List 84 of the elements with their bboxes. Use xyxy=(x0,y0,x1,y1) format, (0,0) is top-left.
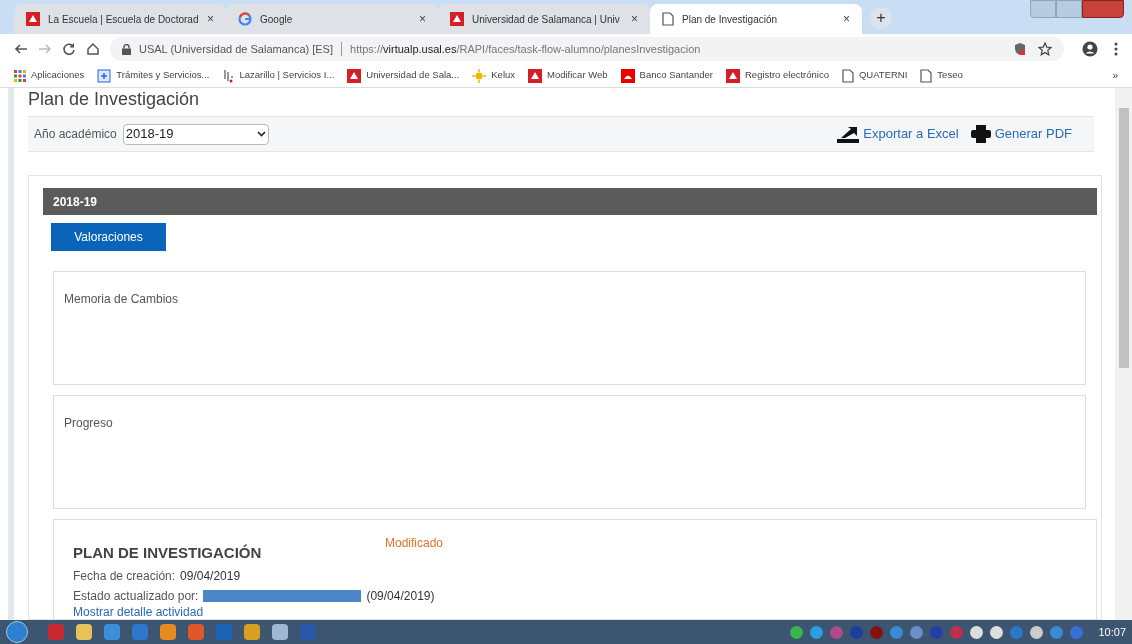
year-dropdown[interactable]: 2018-19 xyxy=(122,123,269,145)
tray-icon[interactable] xyxy=(810,625,824,639)
forward-icon[interactable] xyxy=(38,42,52,56)
bookmark-item[interactable]: QUATERNI xyxy=(841,68,908,83)
flame-icon xyxy=(620,68,635,83)
clock: 10:07 xyxy=(1098,624,1126,640)
taskbar-app-icon[interactable] xyxy=(244,624,260,640)
taskbar-app-icon[interactable] xyxy=(76,624,92,640)
tray-icon[interactable] xyxy=(990,625,1004,639)
menu-icon[interactable] xyxy=(1114,42,1118,56)
lock-icon xyxy=(122,43,131,55)
url-text: https://virtualp.usal.es/RAPI/faces/task-flow-alumno/planesInvestigacion xyxy=(350,41,702,57)
taskbar-app-icon[interactable] xyxy=(132,624,148,640)
bookmark-item[interactable]: Aplicaciones xyxy=(14,68,85,83)
page-icon xyxy=(841,68,854,83)
close-tab-button[interactable]: × xyxy=(207,10,214,28)
detail-link[interactable]: Mostrar detalle actividad xyxy=(73,605,204,619)
new-tab-button[interactable]: + xyxy=(870,7,892,29)
sun-icon xyxy=(472,68,487,83)
browser-tab[interactable]: Universidad de Salamanca | Univ × xyxy=(438,4,650,34)
grid-icon xyxy=(14,69,26,82)
letter-g-icon xyxy=(238,12,252,26)
square-icon xyxy=(97,68,112,83)
field-label: Fecha de creación: xyxy=(73,568,176,585)
shield-icon xyxy=(26,12,40,26)
tray-icon[interactable] xyxy=(790,625,804,639)
scrollbar[interactable] xyxy=(1115,88,1132,620)
field-label: Estado actualizado por: xyxy=(73,588,199,605)
shield-icon xyxy=(450,12,464,26)
tray-icon[interactable] xyxy=(970,625,984,639)
page-heading: Plan de Investigación xyxy=(28,88,200,110)
taskbar-app-icon[interactable] xyxy=(160,624,176,640)
close-window-button[interactable] xyxy=(1082,0,1124,18)
bookmark-item[interactable]: Lazarillo | Servicios I... xyxy=(222,68,335,83)
panel-title: Memoria de Cambios xyxy=(64,292,179,307)
close-tab-button[interactable]: × xyxy=(631,10,638,28)
browser-tab[interactable]: La Escuela | Escuela de Doctorad × xyxy=(14,4,226,34)
shield-icon xyxy=(528,68,543,83)
more-bookmarks-button[interactable]: » xyxy=(1112,68,1118,83)
plan-title: PLAN DE INVESTIGACIÓN xyxy=(73,542,263,563)
bookmark-item[interactable]: Modificar Web xyxy=(528,68,608,83)
taskbar-app-icon[interactable] xyxy=(216,624,232,640)
taskbar-app-icon[interactable] xyxy=(188,624,204,640)
maximize-button[interactable] xyxy=(1056,0,1082,18)
address-bar[interactable]: USAL (Universidad de Salamanca) [ES] https://virtualp.usal.es/RAPI/faces/task-flow-alumno/planesInvestigacion xyxy=(110,37,1064,61)
close-tab-button[interactable]: × xyxy=(843,10,850,28)
shield-icon xyxy=(726,68,740,83)
valoraciones-button[interactable]: Valoraciones xyxy=(51,223,166,252)
field-value: 09/04/2019 xyxy=(180,568,241,585)
reload-icon[interactable] xyxy=(62,42,76,56)
bookmark-item[interactable]: Teseo xyxy=(920,68,963,83)
start-button[interactable] xyxy=(6,621,28,643)
action-link[interactable]: Generar PDF xyxy=(970,124,1072,144)
caret-icon xyxy=(256,131,266,137)
section-header: 2018-19 xyxy=(43,188,1097,216)
home-icon[interactable] xyxy=(86,42,100,56)
bookmark-item[interactable]: Trámites y Servicios... xyxy=(97,68,210,83)
minimize-button[interactable] xyxy=(1030,0,1056,18)
bookmark-item[interactable]: Universidad de Sala... xyxy=(347,68,460,83)
back-icon[interactable] xyxy=(14,42,28,56)
close-tab-button[interactable]: × xyxy=(419,10,426,28)
status-label: Modificado xyxy=(385,534,444,552)
star-icon[interactable] xyxy=(1038,42,1052,56)
bookmark-item[interactable]: Kelux xyxy=(472,68,516,83)
shield-icon xyxy=(347,68,362,83)
tray-icon[interactable] xyxy=(910,625,924,639)
site-info[interactable]: USAL (Universidad de Salamanca) [ES] xyxy=(139,40,333,58)
taskbar-app-icon[interactable] xyxy=(272,624,288,640)
tray-icon[interactable] xyxy=(1030,625,1044,639)
field-value: (09/04/2019) xyxy=(366,588,435,605)
export-icon xyxy=(837,125,860,143)
bookmark-item[interactable]: Banco Santander xyxy=(620,68,713,83)
taskbar-app-icon[interactable] xyxy=(104,624,120,640)
panel-title: Progreso xyxy=(64,415,113,430)
page-icon xyxy=(662,12,674,26)
taskbar-app-icon[interactable] xyxy=(48,624,64,640)
action-link[interactable]: Exportar a Excel xyxy=(837,124,959,144)
page-icon xyxy=(920,68,933,83)
profile-icon[interactable] xyxy=(1082,41,1098,57)
browser-tab[interactable]: Google × xyxy=(226,4,438,34)
shield-icon[interactable] xyxy=(1014,42,1026,56)
field-label: Año académico xyxy=(34,126,117,143)
bookmark-item[interactable]: Registro electrónico xyxy=(726,68,829,83)
browser-tab[interactable]: Plan de Investigación × xyxy=(650,4,862,34)
